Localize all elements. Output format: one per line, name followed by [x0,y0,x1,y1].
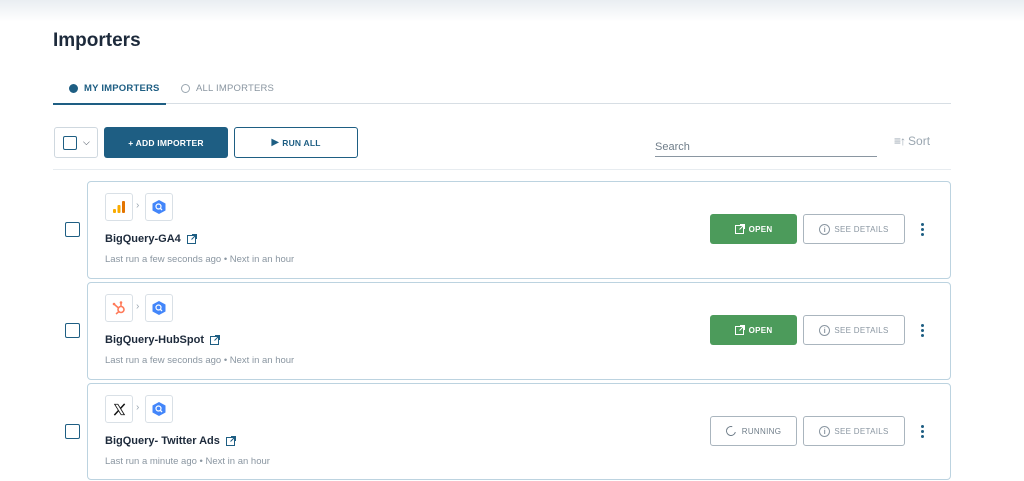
see-details-button[interactable]: i SEE DETAILS [803,315,905,345]
importer-name: BigQuery-HubSpot [105,334,204,346]
open-button[interactable]: OPEN [710,214,797,244]
more-options-icon[interactable] [917,422,927,440]
info-icon: i [819,223,831,235]
info-icon: i [819,324,831,336]
hubspot-icon [105,294,133,322]
tab-my-importers[interactable]: MY IMPORTERS [69,72,160,104]
importer-name: BigQuery-GA4 [105,233,181,245]
run-all-label: RUN ALL [282,137,321,148]
open-external-icon [734,224,745,234]
row-checkbox[interactable] [65,323,80,338]
info-icon: i [819,425,831,437]
bigquery-icon [145,395,173,423]
importer-card-twitter-ads: › BigQuery- Twitter Ads Last run a minut… [87,383,951,480]
bigquery-icon [145,193,173,221]
chevron-right-icon: › [136,301,140,312]
open-button[interactable]: OPEN [710,315,797,345]
importer-name-row: BigQuery-GA4 [105,233,197,245]
open-label: OPEN [748,224,773,234]
x-twitter-icon [105,395,133,423]
top-gradient [0,0,1024,22]
running-button[interactable]: RUNNING [710,416,797,446]
more-options-icon[interactable] [917,321,927,339]
sort-icon: ≡↑ [894,134,906,148]
row-checkbox[interactable] [65,424,80,439]
add-importer-button[interactable]: + ADD IMPORTER [104,127,228,158]
row-checkbox[interactable] [65,222,80,237]
open-label: OPEN [748,325,773,335]
external-link-icon[interactable] [225,436,236,446]
importer-card-ga4: › BigQuery-GA4 Last run a few seconds ag… [87,181,951,279]
importer-run-info: Last run a few seconds ago • Next in an … [105,254,295,265]
importer-tabs: MY IMPORTERS ALL IMPORTERS [53,72,951,105]
importer-name-row: BigQuery-HubSpot [105,334,220,346]
radio-selected-icon [69,83,78,93]
see-details-label: SEE DETAILS [834,325,889,335]
open-external-icon [734,325,745,335]
importer-name: BigQuery- Twitter Ads [105,435,220,447]
see-details-button[interactable]: i SEE DETAILS [803,416,905,446]
external-link-icon[interactable] [186,234,197,244]
chevron-right-icon: › [136,402,140,413]
see-details-label: SEE DETAILS [834,426,889,436]
spinner-icon [723,424,738,438]
tab-all-importers[interactable]: ALL IMPORTERS [181,72,274,104]
active-tab-indicator [53,103,166,105]
select-all-checkbox[interactable] [63,135,77,150]
run-all-button[interactable]: ▶ RUN ALL [234,127,358,158]
select-all-dropdown[interactable]: ⌵ [54,127,98,158]
sort-label: Sort [908,134,931,148]
search-input[interactable] [655,134,877,157]
add-importer-label: + ADD IMPORTER [128,137,204,148]
importer-card-hubspot: › BigQuery-HubSpot Last run a few second… [87,282,951,380]
page-title: Importers [53,30,141,51]
importer-run-info: Last run a minute ago • Next in an hour [105,456,270,467]
see-details-label: SEE DETAILS [834,224,889,234]
divider [53,169,951,170]
play-icon: ▶ [271,137,280,148]
importer-run-info: Last run a few seconds ago • Next in an … [105,355,295,366]
tab-label: ALL IMPORTERS [196,82,275,94]
running-label: RUNNING [741,426,782,436]
bigquery-icon [145,294,173,322]
see-details-button[interactable]: i SEE DETAILS [803,214,905,244]
google-analytics-icon [105,193,133,221]
more-options-icon[interactable] [917,220,927,238]
external-link-icon[interactable] [210,335,220,345]
sort-button[interactable]: ≡↑ Sort [894,133,930,149]
chevron-right-icon: › [136,200,140,211]
chevron-down-icon[interactable]: ⌵ [83,137,90,148]
tab-label: MY IMPORTERS [84,82,160,94]
radio-empty-icon [181,83,190,93]
importer-name-row: BigQuery- Twitter Ads [105,435,236,447]
